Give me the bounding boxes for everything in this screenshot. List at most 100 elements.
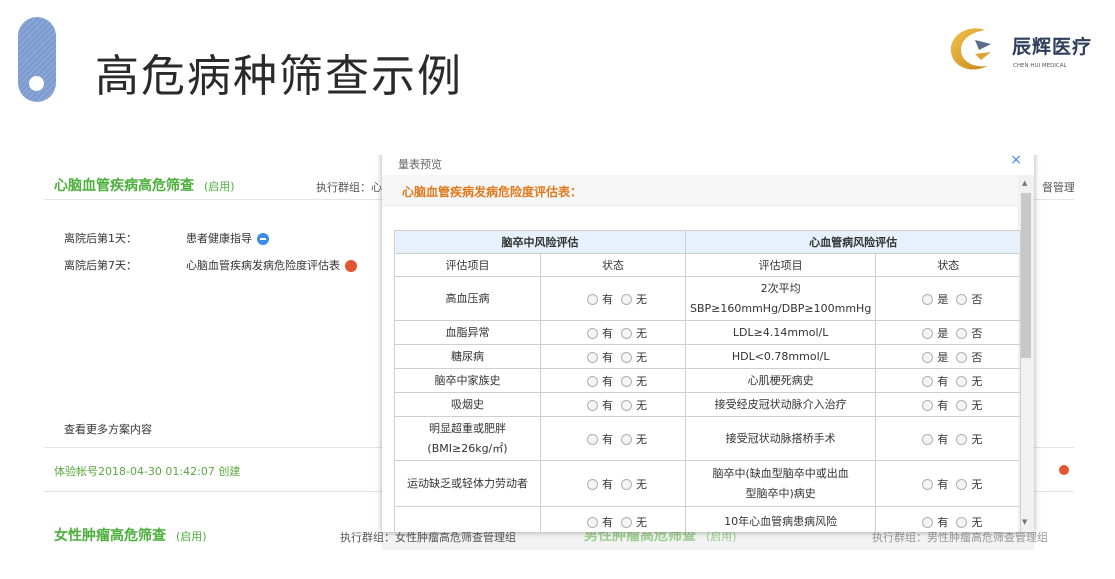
radio-button[interactable] [587, 294, 598, 305]
radio-button[interactable] [956, 434, 968, 445]
delete-icon[interactable] [1059, 465, 1069, 475]
view-more-link[interactable]: 查看更多方案内容 [64, 421, 152, 437]
radio-option[interactable]: 无 [948, 476, 982, 492]
radio-button[interactable] [956, 479, 968, 490]
radio-button[interactable] [956, 294, 968, 305]
company-logo: 辰辉医疗 CHEN HUI MEDICAL [945, 22, 1105, 76]
radio-button[interactable] [956, 352, 968, 363]
radio-button[interactable] [587, 328, 598, 339]
radio-option[interactable]: 有 [579, 397, 613, 413]
panel-title-female[interactable]: 女性肿瘤高危筛查 (启用) [54, 525, 207, 545]
risk-assessment-table: 脑卒中风险评估 心血管病风险评估 评估项目 状态 评估项目 状态 高血压病有无 2… [394, 230, 1022, 532]
radio-label: 无 [636, 374, 647, 388]
radio-button[interactable] [587, 479, 598, 490]
radio-option[interactable]: 无 [948, 514, 982, 530]
radio-button[interactable] [922, 517, 934, 528]
cardio-risk-item: 10年心血管病患病风险 [684, 506, 877, 532]
radio-button[interactable] [922, 400, 934, 411]
radio-option[interactable]: 是 [914, 349, 948, 365]
radio-button[interactable] [621, 294, 632, 305]
radio-button[interactable] [621, 434, 632, 445]
radio-button[interactable] [621, 517, 632, 528]
radio-option[interactable]: 无 [948, 397, 982, 413]
radio-button[interactable] [956, 376, 968, 387]
radio-button[interactable] [621, 376, 632, 387]
radio-option[interactable]: 有 [579, 476, 613, 492]
radio-option[interactable]: 无 [948, 431, 982, 447]
scroll-thumb[interactable] [1021, 193, 1031, 358]
radio-button[interactable] [621, 479, 632, 490]
radio-option[interactable]: 无 [613, 325, 647, 341]
radio-option[interactable]: 无 [613, 431, 647, 447]
radio-option[interactable]: 有 [914, 514, 948, 530]
radio-label: 有 [602, 326, 613, 340]
radio-option[interactable]: 有 [914, 476, 948, 492]
radio-button[interactable] [587, 376, 598, 387]
radio-button[interactable] [956, 400, 968, 411]
radio-option[interactable]: 无 [613, 349, 647, 365]
stroke-risk-item: 糖尿病 [394, 344, 541, 369]
cardio-risk-item: 脑卒中(缺血型脑卒中或出血 型脑卒中)病史 [684, 460, 877, 507]
radio-option[interactable]: 有 [579, 349, 613, 365]
radio-option[interactable]: 是 [914, 325, 948, 341]
radio-label: 有 [602, 515, 613, 529]
radio-option[interactable]: 否 [948, 349, 982, 365]
radio-option[interactable]: 否 [948, 291, 982, 307]
radio-option[interactable]: 否 [948, 325, 982, 341]
scroll-up-arrow-icon[interactable]: ▲ [1022, 179, 1027, 187]
radio-option[interactable]: 无 [948, 373, 982, 389]
radio-button[interactable] [922, 479, 934, 490]
chat-icon[interactable] [257, 233, 269, 245]
radio-option[interactable]: 有 [579, 431, 613, 447]
radio-label: 有 [937, 432, 949, 446]
radio-label: 否 [971, 292, 983, 306]
panel-title-cardio[interactable]: 心脑血管疾病高危筛查 (启用) [54, 175, 235, 195]
radio-option[interactable]: 有 [914, 397, 948, 413]
radio-label: 无 [971, 398, 983, 412]
radio-option[interactable]: 有 [579, 325, 613, 341]
radio-button[interactable] [922, 352, 934, 363]
radio-button[interactable] [922, 294, 934, 305]
radio-button[interactable] [922, 434, 934, 445]
radio-button[interactable] [587, 517, 598, 528]
radio-button[interactable] [587, 352, 598, 363]
radio-option[interactable]: 是 [914, 291, 948, 307]
schedule-item[interactable]: 心脑血管疾病发病危险度评估表 [186, 257, 357, 273]
radio-button[interactable] [922, 376, 934, 387]
radio-label: 无 [971, 515, 983, 529]
radio-option[interactable]: 无 [613, 291, 647, 307]
questionnaire-icon[interactable] [345, 260, 357, 272]
radio-option[interactable]: 无 [613, 514, 647, 530]
radio-button[interactable] [621, 400, 632, 411]
close-icon[interactable]: × [1010, 155, 1022, 168]
radio-button[interactable] [621, 328, 632, 339]
radio-option[interactable]: 有 [579, 291, 613, 307]
status-badge: (启用) [176, 530, 207, 543]
cardio-risk-item: 2次平均 SBP≥160mmHg/DBP≥100mmHg [684, 276, 877, 321]
table-row: 糖尿病 有 无 HDL<0.78mmol/L 是否 [394, 344, 1022, 369]
scroll-down-arrow-icon[interactable]: ▼ [1022, 518, 1027, 526]
cardio-status-cell: 有无 [875, 460, 1022, 507]
radio-button[interactable] [922, 328, 934, 339]
logo-english-text: CHEN HUI MEDICAL [1013, 63, 1067, 69]
radio-button[interactable] [587, 434, 598, 445]
panel-title-text: 心脑血管疾病高危筛查 [54, 178, 194, 194]
radio-button[interactable] [956, 517, 968, 528]
radio-option[interactable]: 无 [613, 373, 647, 389]
radio-option[interactable]: 有 [914, 431, 948, 447]
cardio-risk-item: HDL<0.78mmol/L [684, 344, 877, 369]
stroke-status-cell: 有无 [540, 416, 686, 461]
radio-button[interactable] [587, 400, 598, 411]
radio-label: 无 [636, 350, 647, 364]
schedule-item[interactable]: 患者健康指导 [186, 230, 269, 246]
item-text: 接受经皮冠状动脉介入治疗 [714, 397, 847, 411]
radio-option[interactable]: 有 [914, 373, 948, 389]
radio-option[interactable]: 无 [613, 476, 647, 492]
radio-button[interactable] [956, 328, 968, 339]
radio-option[interactable]: 有 [579, 373, 613, 389]
schedule-item-text: 患者健康指导 [186, 232, 252, 245]
table-row: 血脂异常有无 LDL≥4.14mmol/L 是否 [394, 320, 1022, 345]
radio-option[interactable]: 无 [613, 397, 647, 413]
radio-button[interactable] [621, 352, 632, 363]
radio-option[interactable]: 有 [579, 514, 613, 530]
